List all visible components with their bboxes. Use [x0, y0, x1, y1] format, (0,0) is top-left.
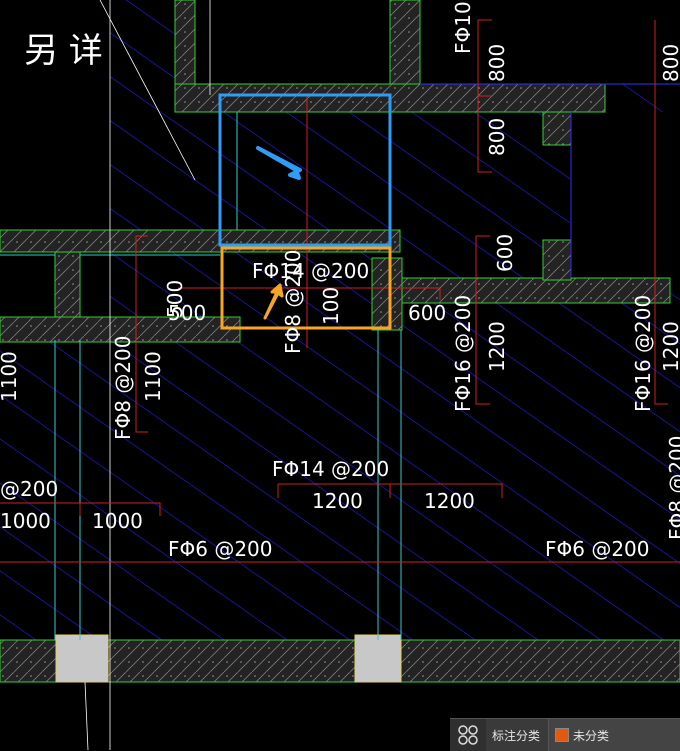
svg-text:600: 600 [493, 234, 517, 272]
svg-text:FΦ6 @200: FΦ6 @200 [545, 537, 650, 561]
category-selected-value: 未分类 [573, 728, 610, 743]
svg-text:FΦ14 @200: FΦ14 @200 [252, 259, 369, 283]
svg-text:FΦ10 @: FΦ10 @ [451, 0, 475, 54]
svg-text:500: 500 [168, 301, 206, 325]
svg-text:600: 600 [408, 301, 446, 325]
note-top-left: 另 详 [24, 31, 103, 71]
svg-text:FΦ8 @200: FΦ8 @200 [281, 249, 305, 354]
svg-text:100: 100 [319, 287, 343, 325]
svg-text:1200: 1200 [485, 321, 509, 372]
annotation-category-bar: 标注分类 未分类 [450, 718, 680, 751]
category-color-swatch [555, 728, 570, 742]
svg-text:1100: 1100 [0, 351, 21, 402]
category-label: 标注分类 [486, 719, 550, 751]
svg-text:1200: 1200 [312, 489, 363, 513]
svg-text:1200: 1200 [659, 321, 680, 372]
svg-text:800: 800 [659, 44, 680, 82]
category-icon[interactable] [450, 719, 486, 751]
svg-text:FΦ16 @200: FΦ16 @200 [451, 295, 475, 412]
svg-text:1000: 1000 [0, 509, 51, 533]
svg-text:1100: 1100 [141, 351, 165, 402]
svg-text:FΦ8 @200: FΦ8 @200 [111, 335, 135, 440]
svg-text:@200: @200 [0, 477, 58, 501]
cad-drawing-canvas[interactable]: 另 详 FΦ10 @ 800 800 800 FΦ14 @200 500 500… [0, 0, 680, 750]
svg-text:1000: 1000 [92, 509, 143, 533]
svg-text:1200: 1200 [424, 489, 475, 513]
svg-text:FΦ6 @200: FΦ6 @200 [168, 537, 273, 561]
svg-text:800: 800 [485, 44, 509, 82]
svg-text:FΦ8 @200: FΦ8 @200 [665, 435, 680, 540]
svg-text:800: 800 [485, 118, 509, 156]
svg-text:FΦ14 @200: FΦ14 @200 [272, 457, 389, 481]
svg-text:FΦ16 @200: FΦ16 @200 [631, 295, 655, 412]
category-select[interactable]: 未分类 [549, 719, 680, 751]
